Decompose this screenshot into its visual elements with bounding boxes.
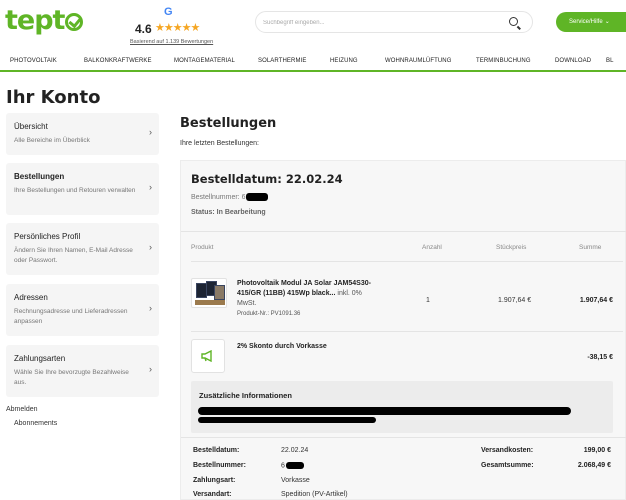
- nav-item-solarthermie[interactable]: SOLARTHERMIE: [258, 58, 306, 64]
- search-box: [255, 11, 533, 33]
- sidebar-item-title: Bestellungen: [14, 172, 65, 181]
- sidebar-item-title: Persönliches Profil: [14, 232, 81, 241]
- redaction: [285, 462, 304, 469]
- additional-info-box: Zusätzliche Informationen: [191, 381, 613, 433]
- chevron-right-icon: ›: [149, 182, 152, 192]
- redaction: [198, 417, 376, 423]
- sidebar-item-title: Übersicht: [14, 122, 48, 131]
- summary-shipping-cost-value: 199,00 €: [583, 447, 611, 454]
- product-unit-price: 1.907,64 €: [498, 297, 532, 304]
- logo-text: tept: [5, 5, 65, 36]
- summary-total-value: 2.068,49 €: [577, 462, 611, 469]
- megaphone-icon: [191, 339, 225, 373]
- sidebar-item-title: Adressen: [14, 293, 48, 302]
- nav-item-terminbuchung[interactable]: TERMINBUCHUNG: [476, 58, 531, 64]
- service-help-label: Service/Hilfe: [569, 19, 603, 25]
- summary-shipping-value: Spedition (PV-Artikel): [281, 491, 348, 498]
- nav-item-heizung[interactable]: HEIZUNG: [330, 58, 358, 64]
- product-number: Produkt-Nr.: PV1091.36: [237, 311, 301, 317]
- sidebar-item-desc: Ihre Bestellungen und Retouren verwalten: [14, 187, 136, 194]
- summary-payment-value: Vorkasse: [281, 477, 310, 484]
- sidebar-item-desc: Alle Bereiche im Überblick: [14, 137, 90, 144]
- discount-value: -38,15 €: [587, 354, 613, 361]
- divider: [191, 261, 623, 262]
- rating-link[interactable]: Basierend auf 1.139 Bewertungen: [130, 39, 213, 45]
- column-header-product: Produkt: [191, 244, 214, 251]
- nav-item-blog[interactable]: BL: [606, 58, 614, 64]
- product-image[interactable]: [191, 278, 227, 308]
- orders-subtitle: Ihre letzten Bestellungen:: [180, 140, 259, 147]
- logo[interactable]: tept: [5, 5, 84, 36]
- order-card: Bestelldatum: 22.02.24 Bestellnummer: 6 …: [180, 160, 626, 500]
- sidebar-item-zahlungsarten[interactable]: Zahlungsarten Wähle Sie Ihre bevorzugte …: [6, 345, 159, 397]
- sidebar-item-title: Zahlungsarten: [14, 354, 66, 363]
- search-icon[interactable]: [509, 17, 518, 26]
- star-rating-icon: ★★★★★: [155, 22, 200, 34]
- sidebar-item-adressen[interactable]: Adressen Rechnungsadresse und Lieferadre…: [6, 284, 159, 336]
- product-name[interactable]: Photovoltaik Modul JA Solar JAM54S30-415…: [237, 279, 377, 309]
- column-header-unit-price: Stückpreis: [496, 244, 527, 251]
- checkmark-icon: [65, 13, 84, 31]
- additional-info-title: Zusätzliche Informationen: [199, 391, 292, 400]
- nav-item-download[interactable]: DOWNLOAD: [555, 58, 591, 64]
- order-date-heading: Bestelldatum: 22.02.24: [191, 172, 343, 186]
- summary-date-label: Bestelldatum:: [193, 447, 240, 454]
- chevron-right-icon: ›: [149, 303, 152, 313]
- redaction: [246, 193, 269, 201]
- header: tept G 4.6 ★★★★★ Basierend auf 1.139 Bew…: [0, 0, 626, 50]
- chevron-right-icon: ›: [149, 242, 152, 252]
- chevron-right-icon: ›: [149, 127, 152, 137]
- summary-shipping-label: Versandart:: [193, 491, 232, 498]
- summary-number-label: Bestellnummer:: [193, 462, 246, 469]
- nav-item-photovoltaik[interactable]: PHOTOVOLTAIK: [10, 58, 57, 64]
- product-qty: 1: [426, 297, 430, 304]
- subscriptions-link[interactable]: Abonnements: [14, 420, 57, 427]
- redaction: [198, 407, 571, 415]
- nav-item-balkonkraftwerke[interactable]: BALKONKRAFTWERKE: [84, 58, 152, 64]
- main-nav: PHOTOVOLTAIK BALKONKRAFTWERKE MONTAGEMAT…: [0, 54, 626, 72]
- divider: [181, 437, 626, 438]
- service-help-button[interactable]: Service/Hilfe ⌄: [556, 12, 626, 32]
- page-title: Ihr Konto: [6, 87, 101, 108]
- sidebar-item-desc: Wähle Sie Ihre bevorzugte Bezahlweise au…: [14, 369, 129, 386]
- sidebar-item-desc: Ändern Sie Ihren Namen, E-Mail Adresse o…: [14, 247, 133, 264]
- orders-title: Bestellungen: [180, 116, 277, 131]
- summary-number-value: 6: [281, 462, 304, 469]
- sidebar-item-desc: Rechnungsadresse und Lieferadressen anpa…: [14, 308, 128, 325]
- column-header-qty: Anzahl: [422, 244, 442, 251]
- summary-number-text: 6: [281, 462, 285, 470]
- nav-item-montagematerial[interactable]: MONTAGEMATERIAL: [174, 58, 235, 64]
- order-status: Status: In Bearbeitung: [191, 209, 266, 216]
- discount-label: 2% Skonto durch Vorkasse: [237, 343, 327, 350]
- summary-payment-label: Zahlungsart:: [193, 477, 236, 484]
- summary-date-value: 22.02.24: [281, 447, 309, 454]
- summary-shipping-cost-label: Versandkosten:: [481, 447, 534, 454]
- rating-value: 4.6: [135, 22, 152, 36]
- search-input[interactable]: [263, 16, 503, 29]
- logout-link[interactable]: Abmelden: [6, 406, 38, 413]
- summary-total-label: Gesamtsumme:: [481, 462, 534, 469]
- product-sum: 1.907,64 €: [579, 297, 613, 304]
- sidebar-item-profil[interactable]: Persönliches Profil Ändern Sie Ihren Nam…: [6, 223, 159, 275]
- sidebar-item-uebersicht[interactable]: Übersicht Alle Bereiche im Überblick ›: [6, 113, 159, 155]
- chevron-right-icon: ›: [149, 364, 152, 374]
- sidebar-item-bestellungen[interactable]: Bestellungen Ihre Bestellungen und Retou…: [6, 163, 159, 215]
- nav-item-wohnraumlueftung[interactable]: WOHNRAUMLÜFTUNG: [385, 58, 452, 64]
- column-header-sum: Summe: [579, 244, 602, 251]
- order-number: Bestellnummer: 6: [191, 193, 269, 201]
- divider: [181, 231, 626, 232]
- google-icon: G: [164, 6, 173, 18]
- divider: [191, 331, 623, 332]
- order-number-text: Bestellnummer: 6: [191, 193, 246, 201]
- chevron-down-icon: ⌄: [604, 19, 610, 25]
